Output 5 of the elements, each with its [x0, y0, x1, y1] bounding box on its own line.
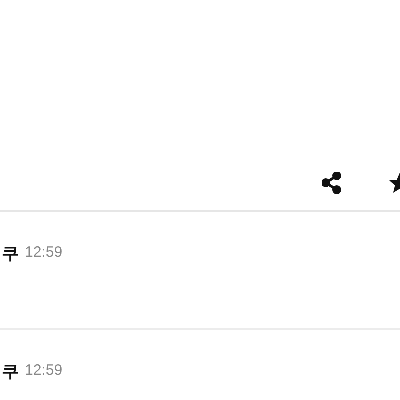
share-icon[interactable]	[322, 172, 342, 194]
comment-time: 12:59	[25, 244, 63, 261]
comment-author: 쿠	[2, 243, 19, 265]
comment-author: 쿠	[2, 361, 19, 383]
comment-time: 12:59	[25, 362, 63, 379]
